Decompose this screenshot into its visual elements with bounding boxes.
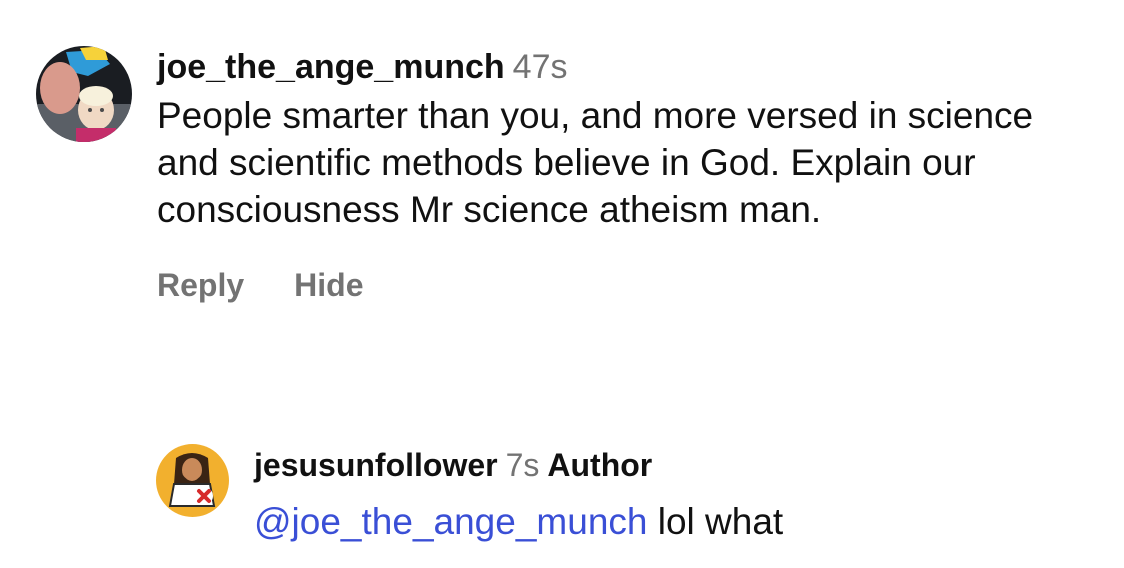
comment-timestamp: 47s [512,48,568,86]
author-badge: Author [547,447,653,483]
reply-author-avatar[interactable] [156,444,229,517]
mention-link[interactable]: @joe_the_ange_munch [254,501,647,542]
reply-button[interactable]: Reply [157,267,244,304]
comment-body: joe_the_ange_munch 47s People smarter tha… [157,46,1097,304]
reply-timestamp: 7s [505,447,540,483]
comment-actions: Reply Hide [157,267,1097,304]
reply-text: @joe_the_ange_munch lol what [254,498,1094,545]
reply-meta: jesusunfollower 7s Author [254,444,1094,486]
comment-username[interactable]: joe_the_ange_munch [157,48,505,86]
comment-meta: joe_the_ange_munch 47s [157,46,1097,88]
commenter-avatar[interactable] [36,46,132,142]
hide-button[interactable]: Hide [294,267,363,304]
reply-message: lol what [647,501,784,542]
reply-body: jesusunfollower 7s Author @joe_the_ange_mu… [254,444,1094,545]
comment-text: People smarter than you, and more versed… [157,95,1034,230]
reply-username[interactable]: jesusunfollower [254,447,498,483]
commenter-avatar-photo [36,46,132,142]
reply-author-avatar-icon [156,444,229,517]
